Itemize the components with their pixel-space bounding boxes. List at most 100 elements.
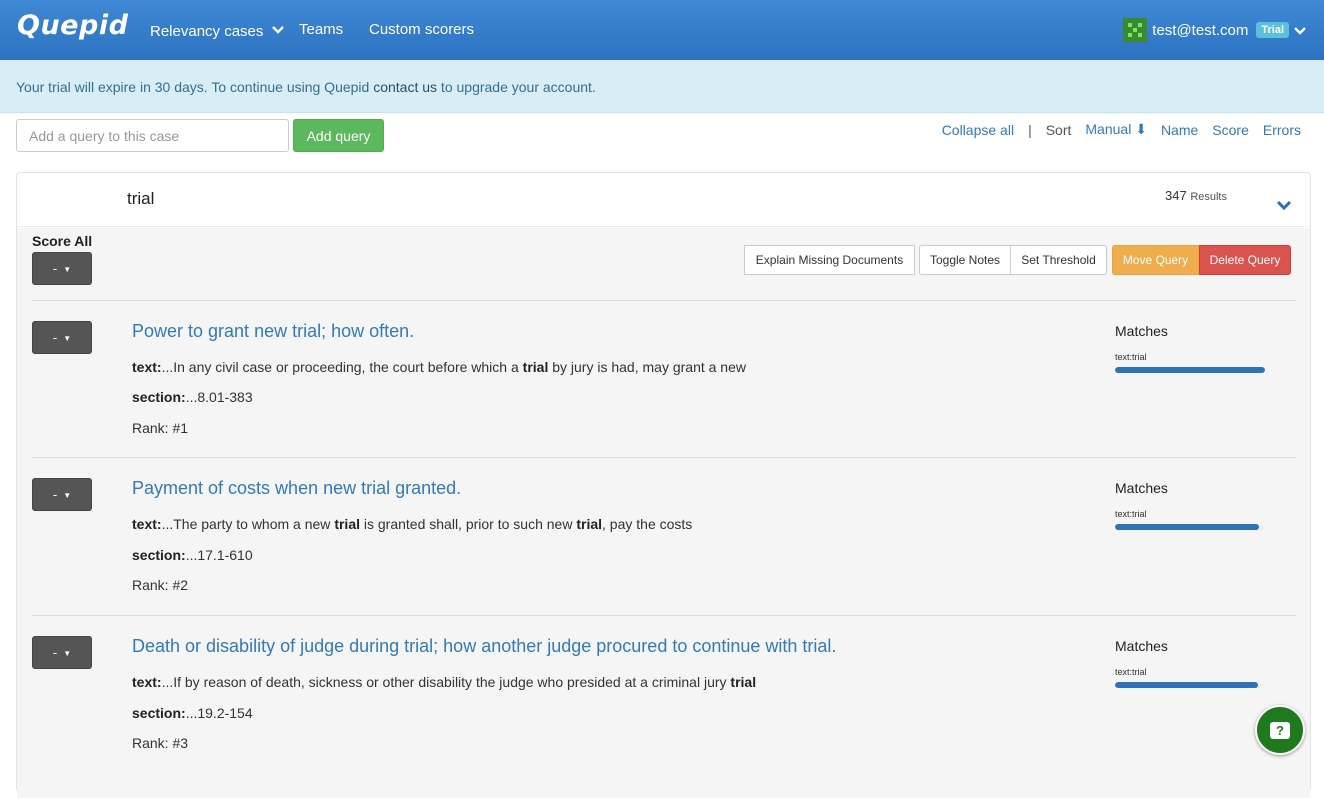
doc-rank: Rank: #2 — [132, 577, 189, 593]
doc-section-field: section:...8.01-383 — [132, 389, 253, 405]
doc-text-field: text:...If by reason of death, sickness … — [132, 674, 756, 690]
nav-relevancy-cases-label: Relevancy cases — [150, 23, 264, 40]
avatar — [1123, 18, 1148, 42]
sort-score-link[interactable]: Score — [1212, 122, 1249, 138]
query-header[interactable]: trial 347 Results — [17, 173, 1310, 227]
match-bar — [1115, 524, 1265, 530]
explain-missing-documents-button[interactable]: Explain Missing Documents — [744, 245, 915, 275]
snippet: , pay the costs — [602, 516, 693, 532]
score-all-label: Score All — [32, 233, 93, 249]
snippet: is granted shall, prior to such new — [360, 516, 577, 532]
add-query-input[interactable] — [16, 119, 289, 152]
sort-bar: Collapse all | Sort Manual ⬇ Name Score … — [942, 121, 1301, 138]
results-label: Results — [1190, 191, 1227, 203]
score-value: - — [52, 261, 58, 276]
doc-row: - ▼ Death or disability of judge during t… — [32, 615, 1296, 772]
chevron-down-icon — [1294, 22, 1306, 39]
brand-logo[interactable]: Quepid — [17, 10, 128, 41]
caret-down-icon: ▼ — [63, 334, 72, 343]
score-value: - — [52, 330, 58, 345]
question-chat-icon: ? — [1270, 721, 1290, 739]
snippet: ...In any civil case or proceeding, the … — [161, 359, 523, 375]
chevron-down-icon — [271, 21, 284, 38]
delete-query-button[interactable]: Delete Query — [1199, 245, 1291, 275]
move-query-button[interactable]: Move Query — [1112, 245, 1199, 275]
toggle-notes-button[interactable]: Toggle Notes — [919, 245, 1011, 275]
section-value: ...17.1-610 — [185, 547, 253, 563]
doc-score-button[interactable]: - ▼ — [32, 478, 92, 511]
trial-badge: Trial — [1256, 22, 1289, 38]
highlight: trial — [522, 359, 549, 375]
trial-alert: Your trial will expire in 30 days. To co… — [0, 60, 1324, 113]
field-label: section: — [132, 547, 186, 563]
doc-section-field: section:...19.2-154 — [132, 705, 253, 721]
doc-row: - ▼ Power to grant new trial; how often. … — [32, 300, 1296, 457]
alert-text-prefix: Your trial will expire in 30 days. To co… — [16, 79, 374, 95]
query-text: trial — [127, 189, 155, 208]
match-bar-fill — [1115, 367, 1265, 373]
results-number: 347 — [1164, 188, 1187, 203]
doc-row: - ▼ Payment of costs when new trial grant… — [32, 457, 1296, 614]
doc-title[interactable]: Death or disability of judge during tria… — [132, 636, 836, 657]
nav-teams[interactable]: Teams — [299, 21, 343, 38]
field-label: text: — [132, 674, 162, 690]
doc-section-field: section:...17.1-610 — [132, 547, 253, 563]
score-value: - — [52, 487, 58, 502]
section-value: ...8.01-383 — [185, 389, 253, 405]
query-body: Score All - ▼ Explain Missing Documents T… — [17, 228, 1310, 798]
matches-label: Matches — [1115, 638, 1168, 654]
sort-name-link[interactable]: Name — [1161, 122, 1198, 138]
section-value: ...19.2-154 — [185, 705, 253, 721]
doc-text-field: text:...In any civil case or proceeding,… — [132, 359, 746, 375]
doc-title[interactable]: Payment of costs when new trial granted. — [132, 478, 461, 499]
matches-label: Matches — [1115, 480, 1168, 496]
field-label: section: — [132, 389, 186, 405]
field-label: text: — [132, 516, 162, 532]
doc-rank: Rank: #3 — [132, 735, 189, 751]
query-panel: trial 347 Results Score All - ▼ Explain M… — [16, 172, 1311, 798]
separator: | — [1028, 121, 1032, 138]
matches-label: Matches — [1115, 323, 1168, 339]
doc-title[interactable]: Power to grant new trial; how often. — [132, 321, 414, 342]
arrow-down-icon: ⬇ — [1135, 121, 1147, 137]
user-email: test@test.com — [1152, 21, 1249, 39]
sort-label: Sort — [1045, 121, 1072, 138]
match-field-label: text:trial — [1115, 352, 1147, 362]
doc-text-field: text:...The party to whom a new trial is… — [132, 516, 692, 532]
top-navbar: Quepid Relevancy cases Teams Custom scor… — [0, 0, 1324, 60]
sort-manual-link[interactable]: Manual ⬇ — [1085, 121, 1147, 138]
collapse-chevron-icon[interactable] — [1276, 197, 1292, 213]
caret-down-icon: ▼ — [63, 491, 72, 500]
match-bar-fill — [1115, 682, 1258, 688]
match-bar — [1115, 682, 1265, 688]
match-bar-fill — [1115, 524, 1259, 530]
add-query-button[interactable]: Add query — [293, 119, 384, 152]
field-label: text: — [132, 359, 162, 375]
highlight: trial — [334, 516, 360, 532]
alert-text-suffix: to upgrade your account. — [437, 79, 596, 95]
highlight: trial — [730, 674, 757, 690]
snippet: ...The party to whom a new — [161, 516, 335, 532]
caret-down-icon: ▼ — [63, 265, 72, 274]
set-threshold-button[interactable]: Set Threshold — [1011, 245, 1107, 275]
sort-manual-label: Manual — [1085, 121, 1132, 137]
highlight: trial — [576, 516, 603, 532]
nav-relevancy-cases[interactable]: Relevancy cases — [150, 21, 284, 40]
sort-errors-link[interactable]: Errors — [1263, 122, 1301, 138]
match-field-label: text:trial — [1115, 509, 1147, 519]
field-label: section: — [132, 705, 186, 721]
doc-score-button[interactable]: - ▼ — [32, 636, 92, 669]
match-bar — [1115, 367, 1265, 373]
doc-score-button[interactable]: - ▼ — [32, 321, 92, 354]
results-count: 347 Results — [1165, 188, 1227, 203]
score-all-button[interactable]: - ▼ — [32, 252, 92, 285]
user-menu[interactable]: test@test.com Trial — [1123, 18, 1306, 42]
snippet: by jury is had, may grant a new — [548, 359, 746, 375]
contact-us-link[interactable]: contact us — [373, 79, 437, 95]
snippet: ...If by reason of death, sickness or ot… — [161, 674, 731, 690]
doc-rank: Rank: #1 — [132, 420, 189, 436]
help-chat-button[interactable]: ? — [1255, 705, 1305, 755]
collapse-all-link[interactable]: Collapse all — [942, 122, 1014, 138]
caret-down-icon: ▼ — [63, 649, 72, 658]
nav-custom-scorers[interactable]: Custom scorers — [369, 21, 474, 38]
